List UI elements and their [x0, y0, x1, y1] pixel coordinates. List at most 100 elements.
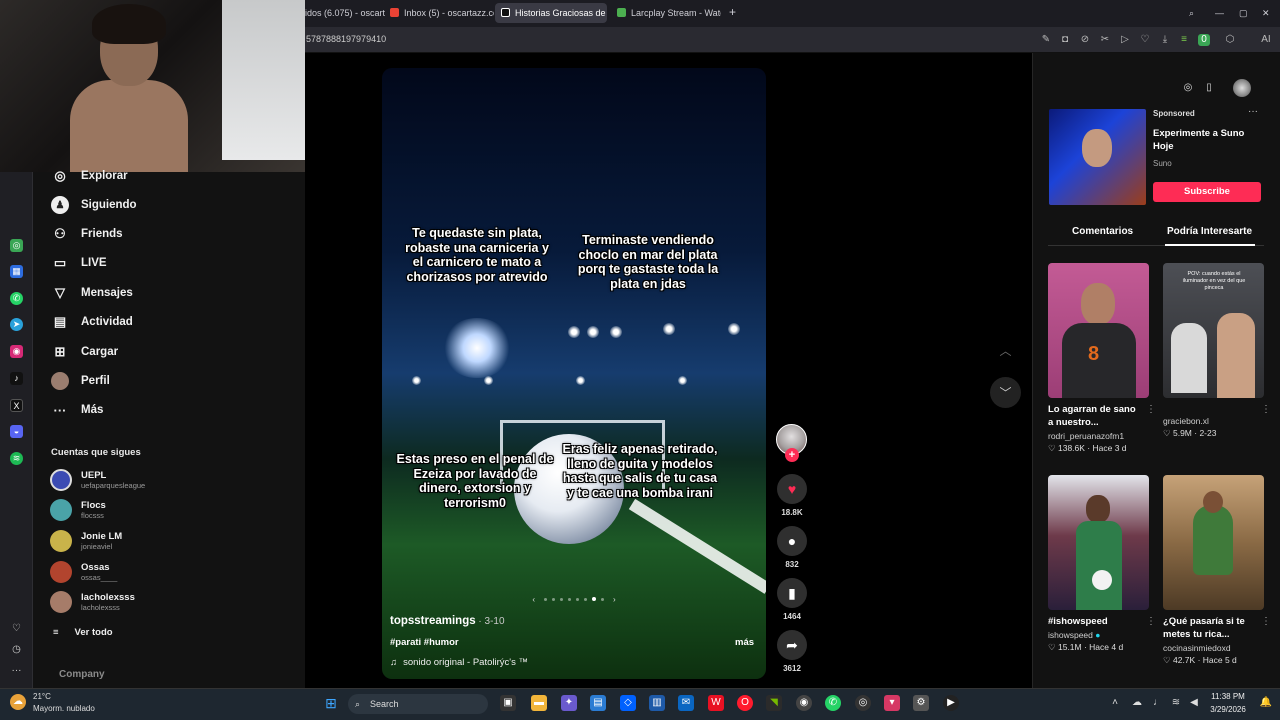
- recommended-card[interactable]: 8 Lo agarran de sano a nuestro... ⋮ rodr…: [1048, 263, 1156, 454]
- folder-icon[interactable]: ▬: [531, 695, 547, 711]
- whatsapp-icon[interactable]: ✆: [10, 292, 23, 305]
- video-player[interactable]: Te quedaste sin plata, robaste una carni…: [382, 68, 766, 679]
- recommended-card[interactable]: ¿Qué pasaría si te metes tu rica... ⋮ co…: [1163, 475, 1271, 666]
- weather-icon[interactable]: ☁: [10, 694, 26, 710]
- more-options-icon[interactable]: ⋮: [1146, 404, 1156, 415]
- tab-comentarios[interactable]: Comentarios: [1072, 226, 1133, 237]
- list-icon[interactable]: ≡: [1178, 34, 1190, 46]
- app-icon[interactable]: ▦: [10, 265, 23, 278]
- extension-badge-icon[interactable]: 0: [1198, 34, 1210, 46]
- more-button[interactable]: más: [735, 637, 754, 648]
- tools-icon[interactable]: ✂: [1099, 34, 1111, 46]
- volume-icon[interactable]: ◀: [1186, 695, 1202, 711]
- weather-condition[interactable]: Mayorm. nublado: [33, 704, 95, 713]
- mail-icon[interactable]: ✉: [678, 695, 694, 711]
- recommended-card[interactable]: #ishowspeed ⋮ ishowspeed ● ♡ 15.1M · Hac…: [1048, 475, 1156, 653]
- carousel-dot[interactable]: [584, 597, 587, 601]
- more-options-icon[interactable]: ⋮: [1261, 404, 1271, 415]
- media-player-icon[interactable]: ▶: [943, 695, 959, 711]
- card-title[interactable]: ¿Qué pasaría si te metes tu rica...: [1163, 615, 1253, 641]
- share-icon[interactable]: ➦: [777, 630, 807, 660]
- clock-date[interactable]: 3/29/2026: [1204, 705, 1252, 714]
- discord-icon[interactable]: ◒: [10, 425, 23, 438]
- card-thumbnail[interactable]: 8: [1048, 263, 1149, 398]
- see-all-link[interactable]: ≡ Ver todo: [51, 627, 113, 638]
- close-icon[interactable]: ✕: [1259, 3, 1275, 23]
- card-thumbnail[interactable]: POV: cuando estás el iluminador en vez d…: [1163, 263, 1264, 398]
- chatgpt-icon[interactable]: ◎: [10, 239, 23, 252]
- card-author[interactable]: rodri_peruanazofm1: [1048, 431, 1150, 441]
- microphone-icon[interactable]: ♩: [1150, 695, 1166, 711]
- task-view-icon[interactable]: ▣: [500, 695, 516, 711]
- carousel-dot[interactable]: [601, 597, 604, 601]
- ai-icon[interactable]: AI: [1256, 34, 1276, 46]
- settings-icon[interactable]: ⚙: [913, 695, 929, 711]
- video-hashtags[interactable]: #parati #humor: [390, 637, 459, 648]
- bookmark-icon[interactable]: ▮: [777, 578, 807, 608]
- heart-icon[interactable]: ♡: [1139, 34, 1151, 46]
- more-options-icon[interactable]: ⋮: [1261, 616, 1271, 627]
- weather-temperature[interactable]: 21°C: [33, 692, 51, 701]
- nvidia-icon[interactable]: ◥: [766, 695, 782, 711]
- x-icon[interactable]: X: [10, 399, 23, 412]
- compass-icon[interactable]: ◎: [1180, 80, 1196, 96]
- tab-podria-interesarte[interactable]: Podría Interesarte: [1167, 226, 1252, 237]
- sidebar-item-friends[interactable]: ⚇ Friends: [51, 224, 122, 244]
- recommended-card[interactable]: POV: cuando estás el iluminador en vez d…: [1163, 263, 1271, 439]
- browser-tab[interactable]: Inbox (5) - oscartazz.conto: [384, 3, 494, 23]
- heart-icon[interactable]: ♥: [777, 474, 807, 504]
- app-icon[interactable]: ◉: [796, 695, 812, 711]
- dropbox-icon[interactable]: ◇: [620, 695, 636, 711]
- wifi-icon[interactable]: ≋: [1168, 695, 1184, 711]
- block-icon[interactable]: ⊘: [1079, 34, 1091, 46]
- instagram-icon[interactable]: ◉: [10, 345, 23, 358]
- taskbar-search[interactable]: ⌕ Search: [348, 694, 488, 714]
- copilot-icon[interactable]: ✦: [561, 695, 577, 711]
- more-options-icon[interactable]: ···: [1248, 106, 1258, 117]
- following-item[interactable]: UEPL uefaparquesleague: [50, 468, 145, 492]
- spotify-icon[interactable]: ≋: [10, 452, 23, 465]
- app-icon[interactable]: W: [708, 695, 724, 711]
- browser-tab-active[interactable]: Historias Graciosas de Fut: [495, 3, 607, 23]
- card-title[interactable]: #ishowspeed: [1048, 615, 1138, 628]
- video-sound[interactable]: ♫ sonido original - Patolirýc's ™: [390, 657, 528, 668]
- card-thumbnail[interactable]: [1163, 475, 1264, 610]
- app-icon[interactable]: ▾: [884, 695, 900, 711]
- telegram-icon[interactable]: ➤: [10, 318, 23, 331]
- profile-avatar[interactable]: [1233, 79, 1251, 97]
- chevron-up-icon[interactable]: ˄: [1107, 695, 1123, 711]
- more-icon[interactable]: ···: [10, 664, 23, 677]
- heart-icon[interactable]: ♡: [10, 622, 23, 635]
- sidebar-item-mas[interactable]: ··· Más: [51, 400, 104, 420]
- browser-tab[interactable]: Larcplay Stream - Watch L: [611, 3, 721, 23]
- edit-icon[interactable]: ✎: [1040, 34, 1052, 46]
- maximize-icon[interactable]: ▢: [1236, 3, 1252, 23]
- carousel-dot[interactable]: [568, 597, 571, 601]
- company-link[interactable]: Company: [59, 669, 105, 680]
- sidebar-item-perfil[interactable]: Perfil: [51, 371, 110, 391]
- search-tabs-icon[interactable]: ⌕: [1187, 3, 1203, 23]
- card-title[interactable]: Lo agarran de sano a nuestro...: [1048, 403, 1138, 429]
- like-action[interactable]: ♥ 18.8K: [777, 474, 807, 517]
- following-item[interactable]: Flocs flocsss: [50, 498, 106, 522]
- card-author[interactable]: ishowspeed ●: [1048, 630, 1150, 640]
- following-item[interactable]: Jonie LM jonieaviel: [50, 529, 122, 553]
- store-icon[interactable]: ▤: [590, 695, 606, 711]
- following-item[interactable]: lacholexsss lacholexsss: [50, 590, 135, 614]
- extensions-icon[interactable]: ⬡: [1224, 34, 1236, 46]
- chevron-left-icon[interactable]: ‹: [532, 595, 535, 604]
- download-icon[interactable]: ⤓: [1159, 34, 1171, 46]
- minimize-icon[interactable]: —: [1212, 3, 1228, 23]
- carousel-indicator[interactable]: ‹ ›: [520, 595, 628, 604]
- carousel-dot[interactable]: [552, 597, 555, 601]
- sidebar-item-actividad[interactable]: ▤ Actividad: [51, 312, 133, 332]
- url-field[interactable]: 5787888197979410: [306, 34, 386, 44]
- new-tab-button[interactable]: +: [727, 3, 747, 23]
- subscribe-button[interactable]: Subscribe: [1153, 182, 1261, 202]
- carousel-dot[interactable]: [560, 597, 563, 601]
- video-author[interactable]: topsstreamings · 3-10: [390, 615, 505, 627]
- ad-title[interactable]: Experimente a Suno Hoje: [1153, 128, 1258, 153]
- phone-icon[interactable]: ▯: [1201, 80, 1217, 96]
- more-options-icon[interactable]: ⋮: [1146, 616, 1156, 627]
- comment-icon[interactable]: ●: [777, 526, 807, 556]
